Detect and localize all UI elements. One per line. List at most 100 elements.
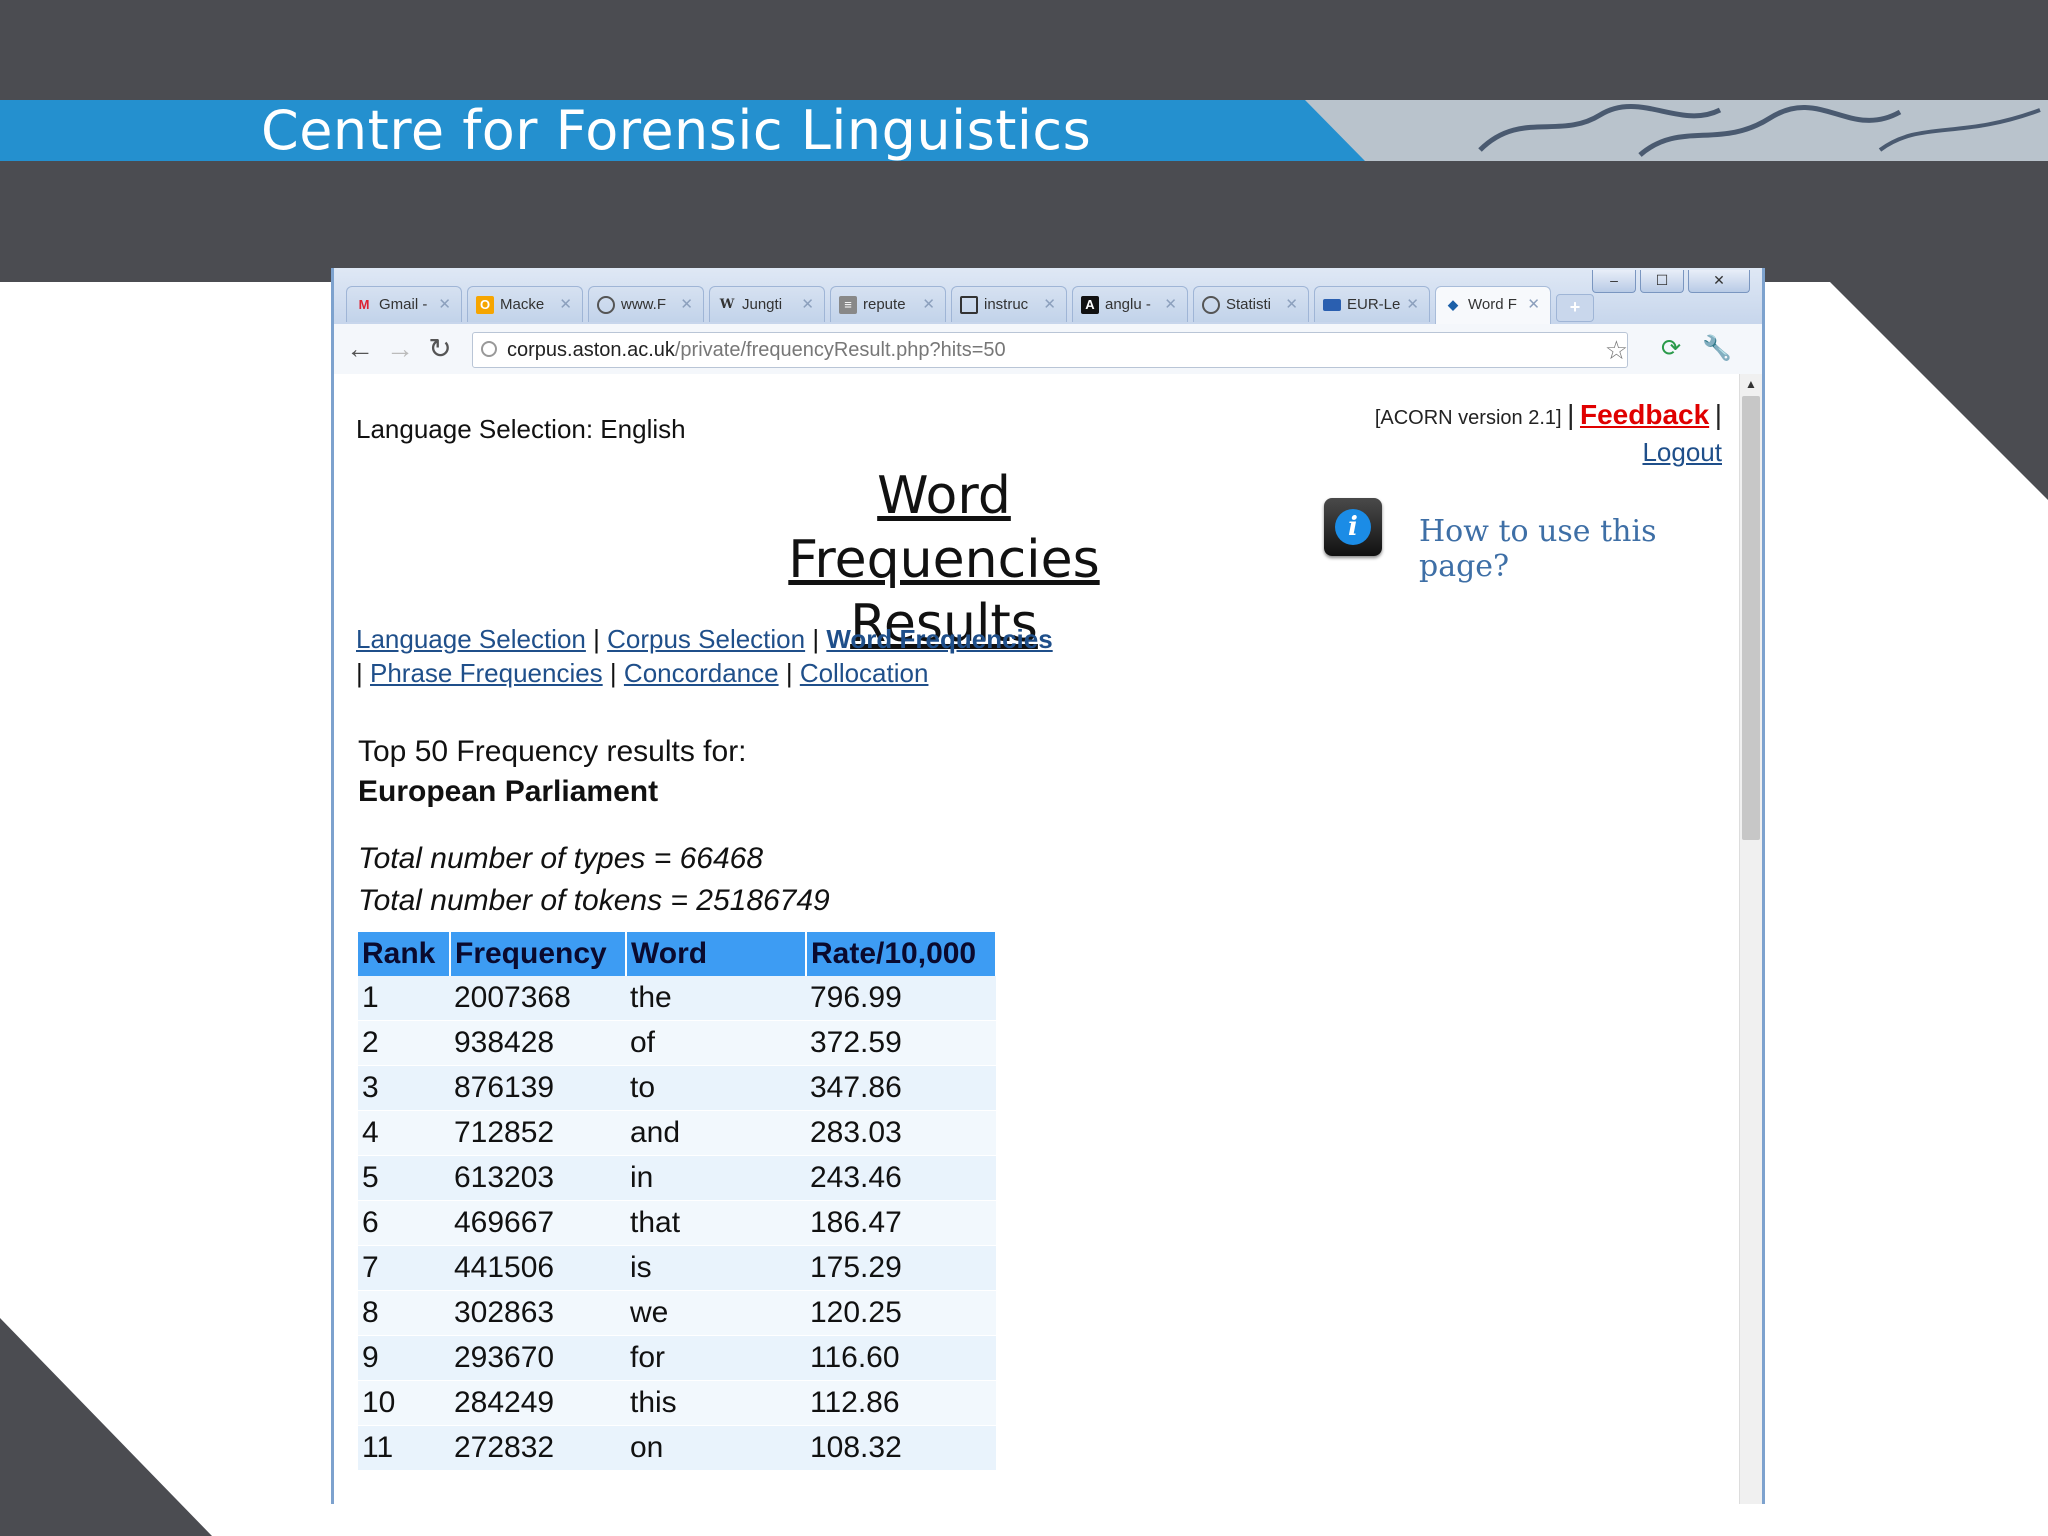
rank-cell: 2 (358, 1020, 450, 1066)
tab-statisti[interactable]: Statisti ✕ (1193, 286, 1309, 322)
separator: | (812, 624, 820, 654)
word-cell: is (626, 1245, 806, 1291)
close-icon[interactable]: ✕ (559, 295, 572, 313)
word-cell: on (626, 1425, 806, 1471)
rank-cell: 7 (358, 1245, 450, 1291)
table-row: 1 2007368 the 796.99 (358, 976, 996, 1021)
rank-cell: 8 (358, 1290, 450, 1336)
nav-concordance[interactable]: Concordance (624, 658, 779, 688)
frequency-cell: 2007368 (450, 976, 626, 1021)
close-icon[interactable]: ✕ (1285, 295, 1298, 313)
logout-link[interactable]: Logout (1642, 437, 1722, 467)
url-path: /private/frequencyResult.php?hits=50 (674, 339, 1006, 361)
tab-repute[interactable]: ≡ repute ✕ (830, 286, 946, 322)
scroll-thumb[interactable] (1742, 396, 1760, 840)
tab-www[interactable]: www.F ✕ (588, 286, 704, 322)
vertical-scrollbar[interactable]: ▲ (1739, 374, 1762, 1504)
url-text: corpus.aston.ac.uk/private/frequencyResu… (507, 339, 1006, 362)
gmail-icon: M (358, 297, 370, 312)
rate-cell: 347.86 (806, 1065, 996, 1111)
frequency-cell: 938428 (450, 1020, 626, 1066)
forward-arrow-icon[interactable]: → (384, 333, 416, 365)
tab-macke[interactable]: O Macke ✕ (467, 286, 583, 322)
table-row: 3 876139 to 347.86 (358, 1065, 996, 1111)
rate-cell: 243.46 (806, 1155, 996, 1201)
extension-icon[interactable]: ⟳ (1656, 334, 1686, 364)
back-arrow-icon[interactable]: ← (344, 333, 376, 365)
table-body: 1 2007368 the 796.99 2 938428 of 372.59 3 876139 t… (358, 976, 996, 1471)
close-icon[interactable]: ✕ (922, 295, 935, 313)
wrench-icon[interactable]: 🔧 (1702, 334, 1732, 364)
tab-eurlex[interactable]: EUR-Le ✕ (1314, 286, 1430, 322)
column-header-rate: Rate/10,000 (806, 932, 997, 976)
frequency-table: Rank Frequency Word Rate/10,000 1 2007368… (358, 932, 997, 1471)
rate-cell: 283.03 (806, 1110, 996, 1156)
new-tab-button[interactable]: + (1556, 294, 1594, 322)
close-icon[interactable]: ✕ (1164, 295, 1177, 313)
version-label: [ACORN version 2.1] (1374, 407, 1562, 429)
minimize-icon[interactable]: – (1592, 270, 1636, 293)
reload-icon[interactable]: ↻ (424, 333, 456, 365)
address-bar[interactable]: corpus.aston.ac.uk/private/frequencyResu… (472, 332, 1628, 368)
browser-window: M Gmail - ✕ O Macke ✕ www.F ✕ W Jungti ✕… (331, 268, 1765, 1504)
word-cell: and (626, 1110, 806, 1156)
info-icon[interactable]: i (1324, 498, 1382, 556)
globe-icon (597, 296, 615, 314)
close-icon[interactable]: ✕ (438, 295, 451, 313)
results-heading-text: Top 50 Frequency results for: (358, 735, 747, 768)
rate-cell: 112.86 (806, 1380, 996, 1426)
feedback-link[interactable]: Feedback (1580, 399, 1709, 430)
browser-toolbar: ← → ↻ corpus.aston.ac.uk/private/frequen… (334, 324, 1762, 375)
nav-corpus-selection[interactable]: Corpus Selection (607, 624, 805, 654)
nav-word-frequencies[interactable]: Word Frequencies (826, 624, 1052, 654)
close-icon[interactable]: ✕ (1527, 295, 1540, 313)
close-icon[interactable]: ✕ (1406, 295, 1419, 313)
close-window-icon[interactable]: ✕ (1688, 270, 1750, 293)
frequency-cell: 876139 (450, 1065, 626, 1111)
rate-cell: 796.99 (806, 976, 996, 1021)
nav-language-selection[interactable]: Language Selection (356, 624, 586, 654)
table-row: 9 293670 for 116.60 (358, 1335, 996, 1381)
tab-word-frequencies[interactable]: ◆ Word F ✕ (1435, 286, 1551, 324)
totals: Total number of types = 66468 Total numb… (358, 838, 830, 922)
bookmark-star-icon[interactable]: ☆ (1605, 335, 1628, 366)
word-cell: that (626, 1200, 806, 1246)
separator: | (785, 658, 793, 688)
frequency-cell: 613203 (450, 1155, 626, 1201)
tab-gmail[interactable]: M Gmail - ✕ (346, 286, 462, 322)
font-icon: A (1081, 296, 1099, 314)
orange-favicon: O (476, 296, 494, 314)
table-row: 7 441506 is 175.29 (358, 1245, 996, 1291)
column-header-frequency: Frequency (450, 932, 627, 976)
word-cell: in (626, 1155, 806, 1201)
nav-phrase-frequencies[interactable]: Phrase Frequencies (370, 658, 603, 688)
close-icon[interactable]: ✕ (1043, 295, 1056, 313)
frequency-cell: 441506 (450, 1245, 626, 1291)
banner-title: Centre for Forensic Linguistics (261, 99, 1092, 162)
close-icon[interactable]: ✕ (680, 295, 693, 313)
rate-cell: 372.59 (806, 1020, 996, 1066)
tab-anglu[interactable]: A anglu - ✕ (1072, 286, 1188, 322)
maximize-icon[interactable]: ☐ (1640, 270, 1684, 293)
tab-label: anglu - (1105, 296, 1151, 313)
section-nav: Language Selection | Corpus Selection | … (356, 622, 1053, 690)
close-icon[interactable]: ✕ (801, 295, 814, 313)
nav-collocation[interactable]: Collocation (800, 658, 929, 688)
page-info-icon[interactable] (481, 341, 497, 357)
rate-cell: 108.32 (806, 1425, 996, 1471)
separator: | (1714, 399, 1722, 430)
rank-cell: 9 (358, 1335, 450, 1381)
table-row: 5 613203 in 243.46 (358, 1155, 996, 1201)
rank-cell: 5 (358, 1155, 450, 1201)
tab-label: Jungti (742, 296, 783, 313)
total-types: Total number of types = 66468 (358, 842, 763, 875)
word-cell: for (626, 1335, 806, 1381)
table-row: 2 938428 of 372.59 (358, 1020, 996, 1066)
tab-instruc[interactable]: instruc ✕ (951, 286, 1067, 322)
frequency-cell: 469667 (450, 1200, 626, 1246)
scroll-up-arrow-icon[interactable]: ▲ (1740, 374, 1762, 394)
tab-wikipedia[interactable]: W Jungti ✕ (709, 286, 825, 322)
rank-cell: 6 (358, 1200, 450, 1246)
help-link[interactable]: How to use this page? (1419, 514, 1740, 584)
rank-cell: 4 (358, 1110, 450, 1156)
